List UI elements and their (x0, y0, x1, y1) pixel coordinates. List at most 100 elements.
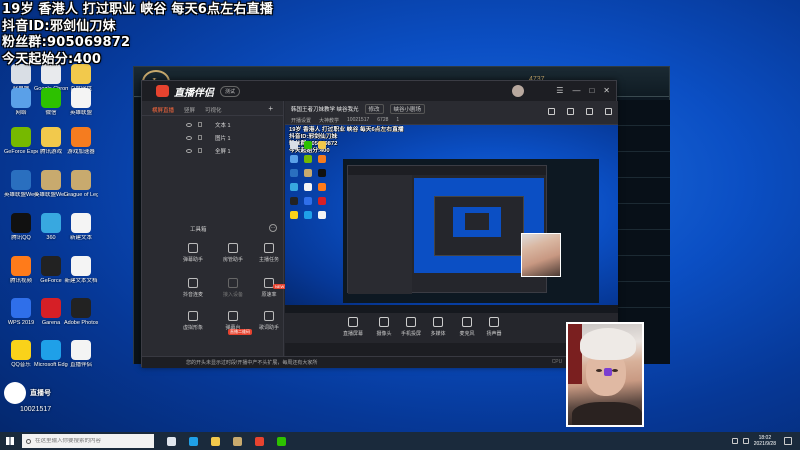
rank-icon[interactable] (586, 108, 593, 115)
desktop-icon[interactable]: GeForce Experience (4, 127, 38, 155)
tool-label: 歌词助手 (258, 325, 279, 331)
share-icon[interactable] (548, 108, 555, 115)
tool-label: 抖音连麦 (182, 292, 203, 298)
desktop-icon[interactable]: Adobe Photoshop (64, 298, 98, 326)
taskbar-app[interactable] (226, 432, 248, 450)
source-icon (406, 317, 416, 327)
more-options-icon[interactable] (605, 108, 612, 115)
tool-button[interactable]: 歌词助手 (254, 311, 284, 331)
notification-icon[interactable] (784, 437, 792, 445)
tool-button[interactable]: 主播任务 (254, 243, 284, 263)
eye-icon[interactable] (186, 148, 192, 153)
desktop-icon[interactable]: 新建文本 (64, 213, 98, 241)
gift-icon[interactable] (567, 108, 574, 115)
desktop-icon-label: League of Legends (64, 192, 98, 198)
category-button[interactable]: 峡谷小剧场 (389, 104, 426, 114)
desktop-icon-label: 网络 (15, 110, 27, 116)
taskbar-app[interactable] (248, 432, 270, 450)
desktop-icon[interactable]: 英雄联盟 (64, 88, 98, 116)
tab-visual[interactable]: 可视化 (205, 106, 222, 114)
taskbar-app[interactable] (182, 432, 204, 450)
app-sidebar: 横屏直播 竖屏 可视化 + 文本 1 图片 1 全屏 1 工具箱 ··· 弹幕助手 房… (142, 101, 287, 356)
desktop-icon[interactable]: 新建文本文档 (64, 256, 98, 284)
source-button[interactable]: 多媒体 (422, 317, 454, 337)
source-button[interactable]: 扬声器 (478, 317, 510, 337)
tool-button[interactable]: 抖音连麦 (178, 278, 208, 298)
tool-button[interactable]: 弹幕助手 (178, 243, 208, 263)
stream-preview[interactable]: 19岁 香港人 打过职业 峡谷 每天6点左右直播 抖音ID:邪剑仙刀妹 粉丝群:… (285, 125, 618, 313)
eye-icon[interactable] (186, 122, 192, 127)
desktop-icon[interactable]: 英雄联盟WeGame (4, 170, 38, 198)
tool-label: 弹幕助手 (182, 257, 203, 263)
source-icon (379, 317, 389, 327)
lock-icon[interactable] (198, 122, 202, 127)
source-label: 直播屏幕 (342, 331, 363, 337)
clock[interactable]: 18:02 2021/9/28 (754, 435, 776, 447)
desktop-icon[interactable]: 腾讯QQ (4, 213, 38, 241)
eye-icon[interactable] (186, 135, 192, 140)
settings-icon[interactable]: ☰ (556, 86, 563, 95)
tool-icon (264, 243, 274, 253)
desktop-icon-label: 微信 (45, 110, 57, 116)
scene-item[interactable]: 全屏 1 (142, 144, 283, 157)
close-icon[interactable]: ✕ (603, 86, 610, 95)
system-tray: 18:02 2021/9/28 (731, 435, 800, 447)
folder-icon (210, 436, 220, 446)
desktop-icon-label: 腾讯QQ (11, 235, 31, 241)
maximize-icon[interactable]: □ (589, 86, 594, 95)
stream-stat: 6728 (377, 117, 389, 123)
desktop-icon[interactable]: 微信 (34, 88, 68, 116)
more-icon[interactable]: ··· (269, 224, 277, 232)
scene-item[interactable]: 图片 1 (142, 131, 283, 144)
lock-icon[interactable] (198, 135, 202, 140)
start-button[interactable] (0, 432, 20, 450)
desktop-icon[interactable]: Garena (34, 298, 68, 326)
tool-icon (188, 311, 198, 321)
desktop-icon[interactable]: QQ音乐 (4, 340, 38, 368)
desktop-icon[interactable]: 腾讯视频 (4, 256, 38, 284)
search-input[interactable] (35, 438, 145, 444)
tool-button[interactable]: 房管助手 (218, 243, 248, 263)
desktop-icon[interactable]: League of Legends (64, 170, 98, 198)
tab-portrait[interactable]: 竖屏 (184, 106, 195, 114)
source-button[interactable]: 直播屏幕 (337, 317, 369, 337)
tool-button[interactable]: 接入设备 (218, 278, 248, 298)
stream-stat[interactable]: 开播设置 (291, 117, 311, 124)
app-badge[interactable]: 测试 (220, 85, 241, 97)
taskbar-app[interactable] (270, 432, 292, 450)
app-title-bar[interactable]: 直播伴侣 测试 ☰ — □ ✕ (142, 81, 616, 101)
folder-icon (41, 127, 61, 147)
minimize-icon[interactable]: — (572, 86, 580, 95)
desktop-icon[interactable]: 游戏加速器 (64, 127, 98, 155)
edit-title-button[interactable]: 修改 (364, 104, 384, 114)
desktop-icon[interactable]: GeForce (34, 256, 68, 284)
desktop-icon[interactable]: 360 (34, 213, 68, 241)
garena-icon (41, 298, 61, 318)
desktop-icon[interactable]: 英雄联盟WeGame版 (34, 170, 68, 198)
avatar[interactable] (512, 85, 524, 97)
desktop-icon[interactable]: 腾讯游戏 (34, 127, 68, 155)
taskbar-search[interactable] (22, 434, 154, 448)
tool-label: 接入设备 (222, 292, 243, 298)
accelerator-icon (71, 127, 91, 147)
desktop-icon[interactable]: 直播伴侣 (64, 340, 98, 368)
add-source-icon[interactable]: + (268, 105, 273, 113)
volume-icon[interactable] (742, 438, 749, 444)
network-icon[interactable] (731, 438, 738, 444)
wechat-icon (276, 436, 286, 446)
lock-icon[interactable] (198, 148, 202, 153)
desktop-icon[interactable]: Microsoft Edge (34, 340, 68, 368)
tab-landscape[interactable]: 横屏直播 (152, 106, 174, 114)
scene-item[interactable]: 文本 1 (142, 118, 283, 131)
streaming-app-window[interactable]: 直播伴侣 测试 ☰ — □ ✕ 横屏直播 竖屏 可视化 + 文本 1 图片 1 全屏… (141, 80, 618, 368)
tool-button[interactable]: 弹幕台 (218, 311, 248, 331)
tool-button[interactable]: 虚拟形象 (178, 311, 208, 331)
preview-desktop-icons (287, 139, 335, 223)
taskbar-app[interactable] (160, 432, 182, 450)
wechat-icon (41, 88, 61, 108)
desktop-icon[interactable]: WPS 2019 (4, 298, 38, 326)
desktop-icon-label: WPS 2019 (7, 320, 35, 326)
taskbar-app[interactable] (204, 432, 226, 450)
desktop-icon-label: Microsoft Edge (34, 362, 68, 368)
desktop-icon[interactable]: 网络 (4, 88, 38, 116)
